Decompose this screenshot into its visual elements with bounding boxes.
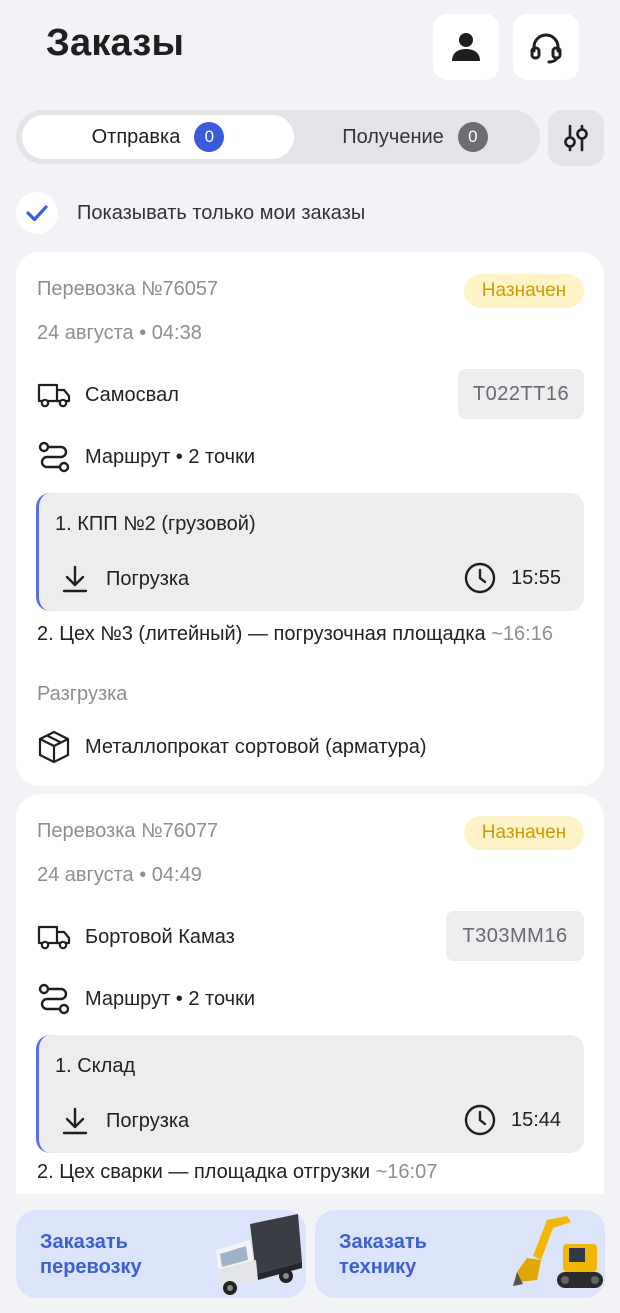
time-label: 15:44 bbox=[511, 1108, 562, 1131]
route-row: Маршрут • 2 точки bbox=[37, 982, 255, 1016]
point-2-operation: Разгрузка bbox=[37, 683, 128, 705]
point-name: 1. Склад bbox=[55, 1055, 136, 1077]
operation-label: Погрузка bbox=[106, 1109, 190, 1132]
point-eta: ~16:16 bbox=[491, 623, 553, 645]
operation-label: Погрузка bbox=[106, 567, 190, 590]
clock-icon bbox=[463, 1103, 497, 1137]
point-time: 15:55 bbox=[463, 561, 561, 595]
point-name: 2. Цех сварки — площадка отгрузки bbox=[37, 1161, 371, 1183]
time-label: 15:55 bbox=[511, 566, 562, 589]
tab-send-count: 0 bbox=[194, 122, 225, 152]
bottom-actions: Заказать перевозку Заказать технику bbox=[0, 1194, 620, 1313]
order-card[interactable]: Перевозка №76057 Назначен 24 августа • 0… bbox=[16, 252, 604, 786]
point-name: 1. КПП №2 (грузовой) bbox=[55, 513, 256, 535]
order-id: Перевозка №76077 bbox=[37, 820, 219, 842]
point-operation: Погрузка bbox=[59, 1105, 189, 1137]
order-machinery-button[interactable]: Заказать технику bbox=[315, 1210, 605, 1298]
support-button[interactable] bbox=[513, 14, 579, 80]
route-point-2: 2. Цех сварки — площадка отгрузки ~16:07 bbox=[37, 1156, 587, 1188]
clock-icon bbox=[463, 561, 497, 595]
only-mine-toggle[interactable]: Показывать только мои заказы bbox=[16, 192, 365, 234]
route-point-2: 2. Цех №3 (литейный) — погрузочная площа… bbox=[37, 618, 587, 650]
status-badge: Назначен bbox=[464, 274, 584, 308]
box-icon bbox=[37, 730, 71, 764]
tab-receive-count: 0 bbox=[457, 122, 488, 152]
order-machinery-label: Заказать технику bbox=[339, 1231, 427, 1278]
tab-send[interactable]: Отправка 0 bbox=[22, 115, 294, 159]
order-transport-button[interactable]: Заказать перевозку bbox=[16, 1210, 306, 1298]
tab-receive-label: Получение bbox=[342, 125, 444, 148]
download-icon bbox=[59, 1105, 91, 1137]
only-mine-checkbox[interactable] bbox=[16, 192, 58, 234]
route-row: Маршрут • 2 точки bbox=[37, 440, 255, 474]
truck-illustration bbox=[216, 1214, 302, 1295]
headset-icon bbox=[530, 33, 562, 64]
order-date: 24 августа • 04:49 bbox=[37, 864, 202, 886]
license-plate: Т022ТТ16 bbox=[458, 369, 584, 419]
order-card[interactable]: Перевозка №76077 Назначен 24 августа • 0… bbox=[16, 794, 604, 1214]
cargo-name: Металлопрокат сортовой (арматура) bbox=[85, 735, 427, 758]
license-plate: Т303ММ16 bbox=[446, 911, 584, 961]
header: Заказы bbox=[0, 0, 620, 96]
tabs: Отправка 0 Получение 0 bbox=[16, 110, 540, 164]
check-icon bbox=[26, 205, 48, 222]
route-point-1: 1. Склад Погрузка 15:44 bbox=[36, 1035, 584, 1153]
point-name: 2. Цех №3 (литейный) — погрузочная площа… bbox=[37, 623, 486, 645]
point-eta: ~16:07 bbox=[375, 1161, 438, 1183]
sliders-icon bbox=[564, 124, 588, 152]
route-icon bbox=[37, 982, 71, 1016]
order-id: Перевозка №76057 bbox=[37, 278, 219, 300]
vehicle-row: Самосвал bbox=[37, 378, 179, 412]
truck-icon bbox=[37, 920, 71, 954]
person-icon bbox=[452, 33, 480, 61]
point-time: 15:44 bbox=[463, 1103, 561, 1137]
vehicle-name: Бортовой Камаз bbox=[85, 925, 235, 948]
point-operation: Погрузка bbox=[59, 563, 189, 595]
only-mine-label: Показывать только мои заказы bbox=[77, 201, 366, 224]
excavator-illustration bbox=[513, 1216, 603, 1288]
tab-receive[interactable]: Получение 0 bbox=[296, 115, 534, 159]
page-title: Заказы bbox=[46, 22, 185, 64]
order-transport-label: Заказать перевозку bbox=[40, 1231, 142, 1278]
vehicle-name: Самосвал bbox=[85, 383, 179, 406]
vehicle-row: Бортовой Камаз bbox=[37, 920, 235, 954]
route-icon bbox=[37, 440, 71, 474]
route-summary: Маршрут • 2 точки bbox=[85, 445, 255, 468]
tab-send-label: Отправка bbox=[91, 125, 181, 148]
truck-icon bbox=[37, 378, 71, 412]
route-summary: Маршрут • 2 точки bbox=[85, 987, 255, 1010]
filter-button[interactable] bbox=[548, 110, 604, 166]
order-date: 24 августа • 04:38 bbox=[37, 322, 202, 344]
download-icon bbox=[59, 563, 91, 595]
cargo-row: Металлопрокат сортовой (арматура) bbox=[37, 730, 427, 764]
status-badge: Назначен bbox=[464, 816, 584, 850]
route-point-1: 1. КПП №2 (грузовой) Погрузка 15:55 bbox=[36, 493, 584, 611]
profile-button[interactable] bbox=[433, 14, 499, 80]
